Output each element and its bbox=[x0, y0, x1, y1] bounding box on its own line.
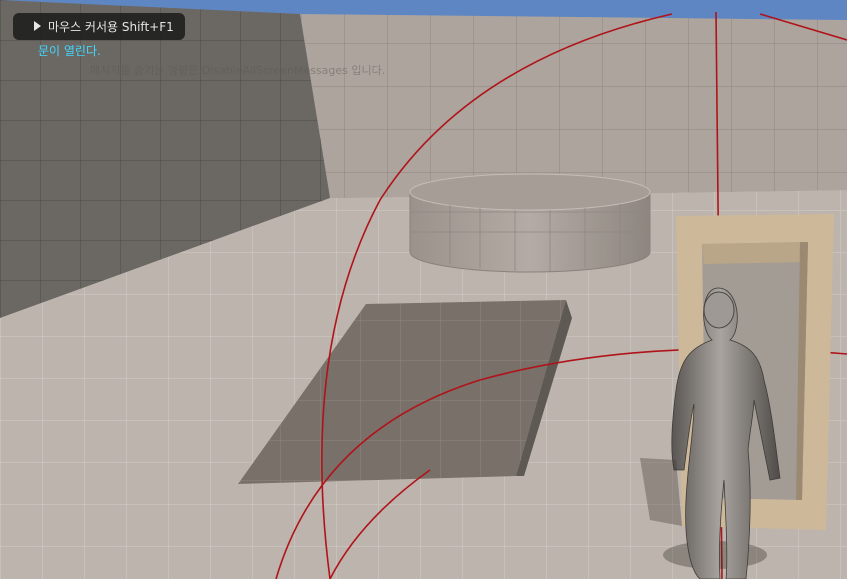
cylinder-platform bbox=[409, 173, 651, 273]
mouse-cursor-tip: 마우스 커서용 Shift+F1 bbox=[13, 13, 185, 40]
cursor-arrow-icon bbox=[34, 21, 41, 31]
game-viewport[interactable] bbox=[0, 0, 847, 579]
mouse-tip-text: 마우스 커서용 Shift+F1 bbox=[48, 20, 174, 34]
back-wall bbox=[300, 14, 847, 198]
screen-message: 문이 열린다. bbox=[38, 44, 101, 58]
faded-hint: 메시지를 숨기는 명령은 DisableAllScreenMessages 입니… bbox=[90, 64, 386, 77]
